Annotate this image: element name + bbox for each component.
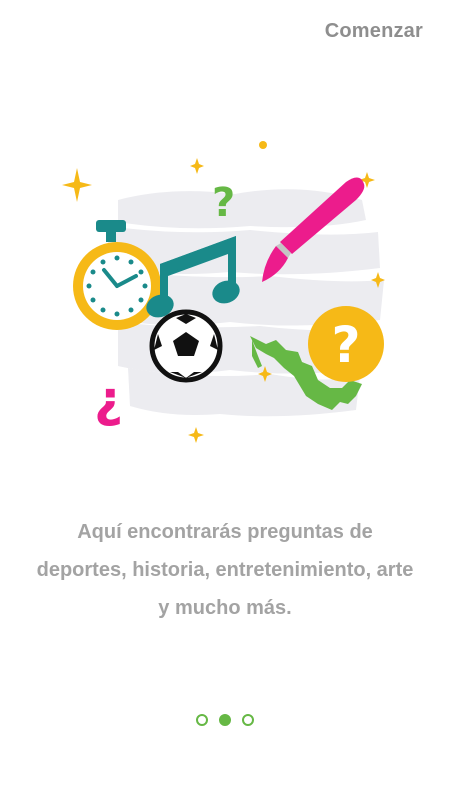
svg-text:?: ?	[331, 316, 360, 374]
comenzar-button[interactable]: Comenzar	[325, 20, 423, 43]
soccer-ball-icon	[149, 309, 223, 383]
page-indicator	[0, 710, 450, 730]
page-dot-1[interactable]	[196, 714, 208, 726]
inverted-question-mark-icon: ¿	[94, 370, 123, 428]
question-mark-icon: ?	[308, 306, 384, 382]
page-dot-2-active[interactable]	[219, 714, 231, 726]
onboarding-illustration: ? ? ¿	[62, 141, 385, 443]
question-mark-icon: ?	[212, 180, 235, 226]
page-dot-3[interactable]	[242, 714, 254, 726]
onboarding-message: Aquí encontrarás preguntas de deportes, …	[36, 521, 414, 619]
